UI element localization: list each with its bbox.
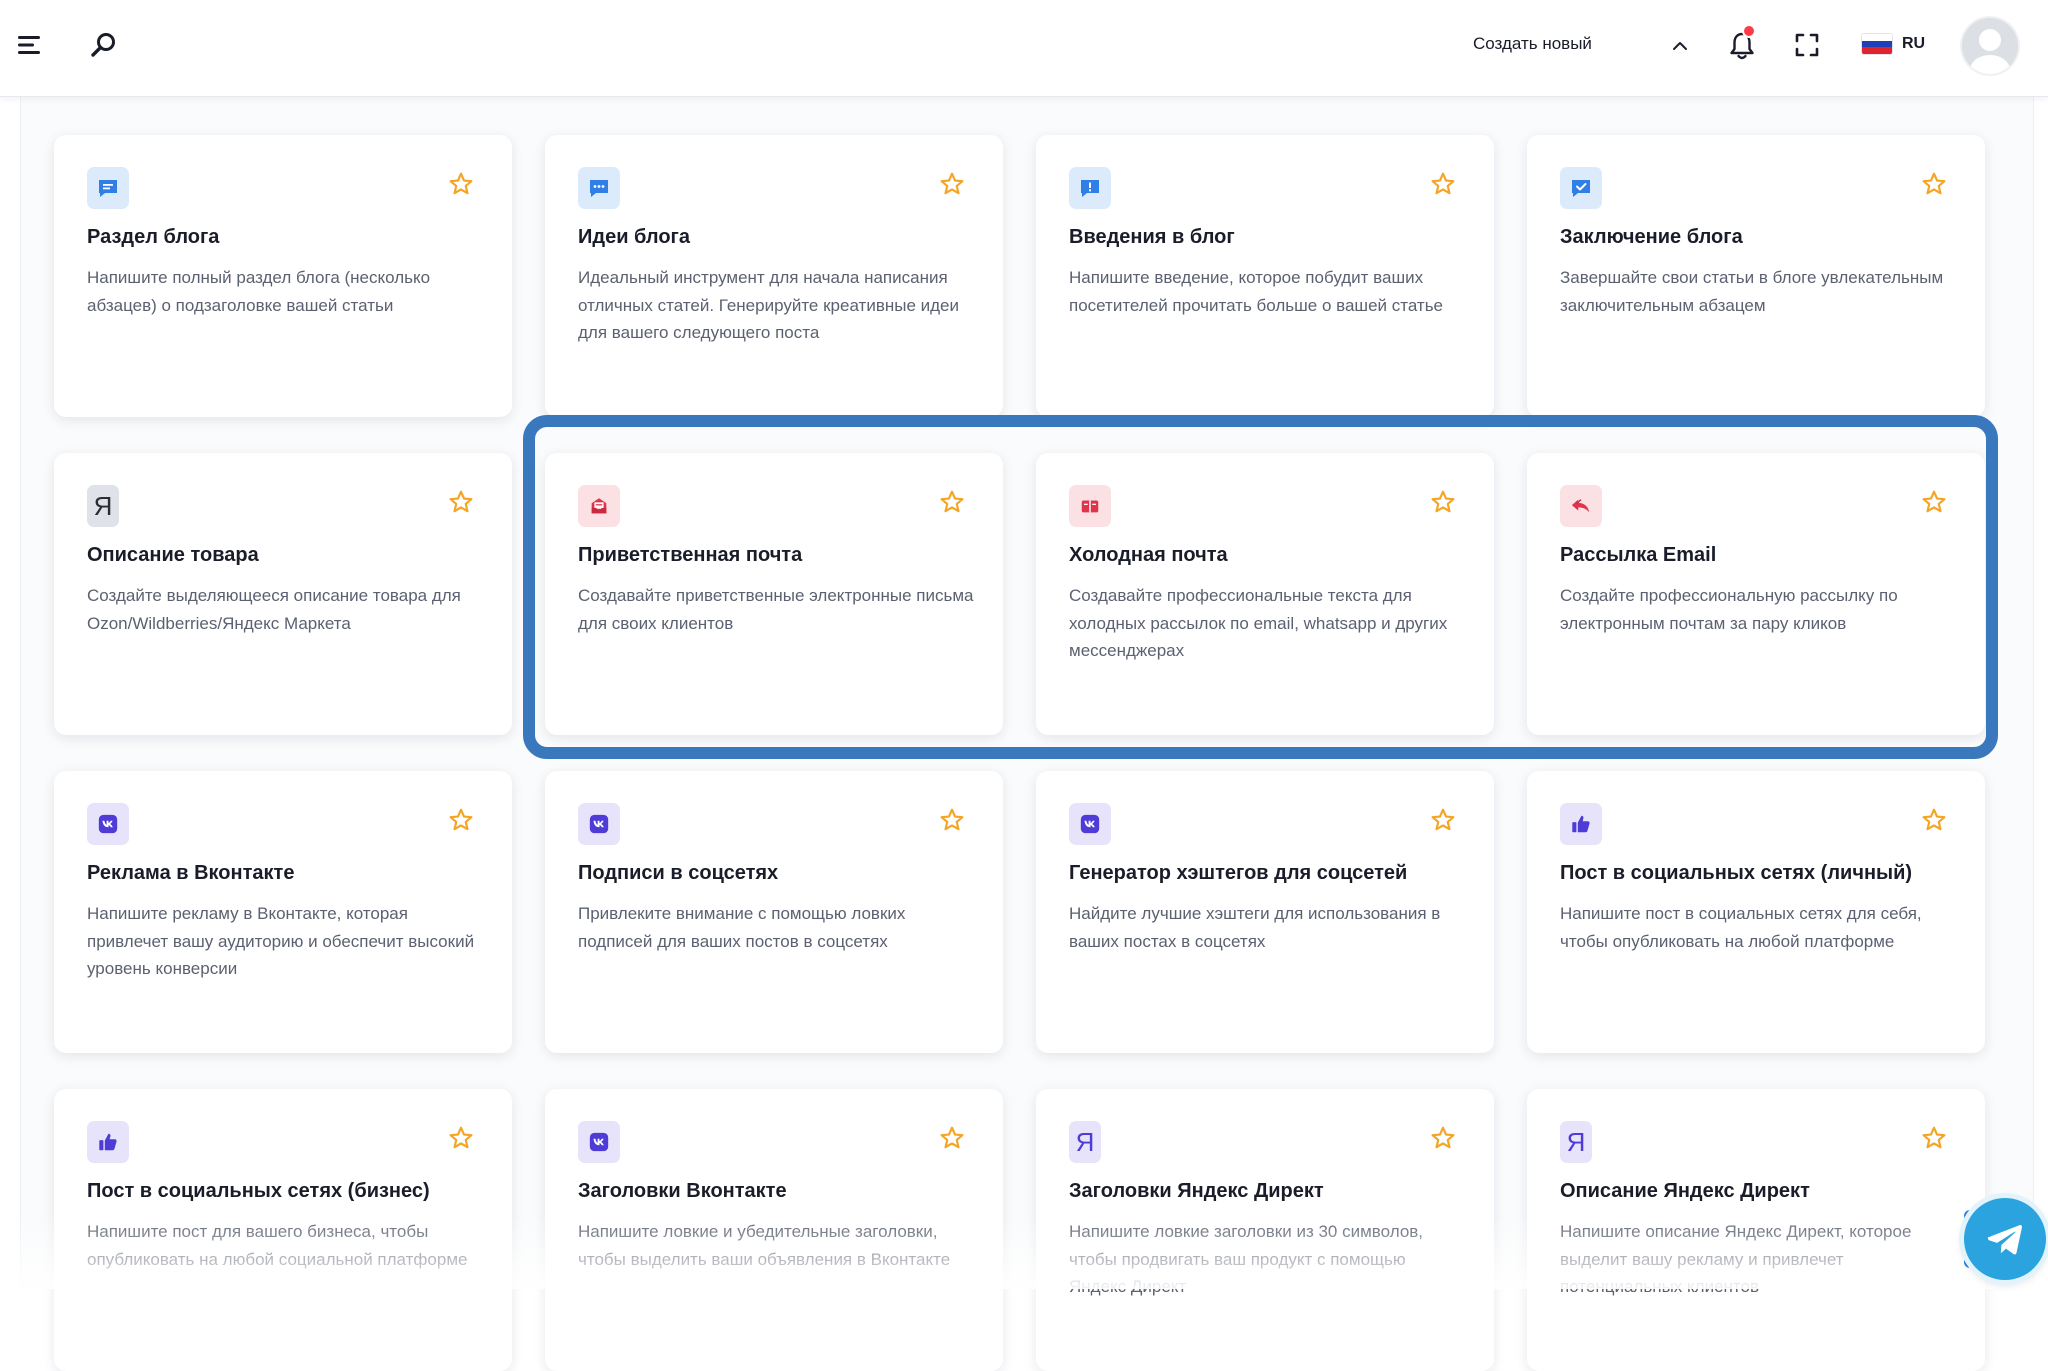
card-description: Привлеките внимание с помощью ловких под…: [578, 904, 906, 951]
template-card[interactable]: Заголовки Вконтакте Напишите ловкие и уб…: [545, 1089, 1003, 1371]
star-icon[interactable]: [1430, 171, 1456, 197]
card-title: Описание Яндекс Директ: [1560, 1180, 1810, 1202]
star-icon[interactable]: [1921, 489, 1947, 515]
card-description: Напишите полный раздел блога (несколько …: [87, 268, 431, 315]
template-card[interactable]: Приветственная почта Создавайте приветст…: [545, 453, 1003, 735]
template-card[interactable]: Подписи в соцсетях Привлеките внимание с…: [545, 771, 1003, 1053]
star-icon[interactable]: [1430, 489, 1456, 515]
card-title: Заголовки Яндекс Директ: [1069, 1180, 1324, 1202]
star-icon[interactable]: [1921, 1125, 1947, 1151]
search-icon[interactable]: [86, 28, 120, 62]
card-description: Создавайте приветственные электронные пи…: [578, 586, 974, 633]
card-description: Создайте профессиональную рассылку по эл…: [1560, 586, 1898, 633]
mail-open-icon: [1069, 485, 1111, 527]
template-card[interactable]: Пост в социальных сетях (личный) Напишит…: [1527, 771, 1985, 1053]
template-card[interactable]: Раздел блога Напишите полный раздел блог…: [54, 135, 512, 417]
create-new-label[interactable]: Создать новый: [1473, 34, 1592, 54]
vk-icon: [1069, 803, 1111, 845]
star-icon[interactable]: [448, 807, 474, 833]
reply-all-icon: [1560, 485, 1602, 527]
card-title: Рассылка Email: [1560, 544, 1717, 566]
chat-check-icon: [1560, 167, 1602, 209]
card-title: Реклама в Вконтакте: [87, 862, 295, 884]
card-description: Создавайте профессиональные текста для х…: [1069, 586, 1448, 660]
card-description: Напишите пост в социальных сетях для себ…: [1560, 904, 1922, 951]
template-card[interactable]: Введения в блог Напишите введение, котор…: [1036, 135, 1494, 417]
card-title: Раздел блога: [87, 226, 220, 248]
card-description: Напишите введение, которое побудит ваших…: [1069, 268, 1444, 315]
card-title: Генератор хэштегов для соцсетей: [1069, 862, 1408, 884]
card-title: Подписи в соцсетях: [578, 862, 779, 884]
top-bar: Создать новый RU: [0, 0, 2048, 97]
template-card[interactable]: Рассылка Email Создайте профессиональную…: [1527, 453, 1985, 735]
star-icon[interactable]: [939, 807, 965, 833]
thumbs-up-icon: [87, 1121, 129, 1163]
card-title: Приветственная почта: [578, 544, 803, 566]
star-icon[interactable]: [1430, 1125, 1456, 1151]
language-selector[interactable]: RU: [1862, 34, 1925, 54]
template-card[interactable]: Заключение блога Завершайте свои статьи …: [1527, 135, 1985, 417]
star-icon[interactable]: [1921, 807, 1947, 833]
template-card[interactable]: Я Описание товара Создайте выделяющееся …: [54, 453, 512, 735]
card-title: Идеи блога: [578, 226, 691, 248]
card-description: Напишите пост для вашего бизнеса, чтобы …: [87, 1222, 468, 1269]
avatar[interactable]: [1962, 18, 2018, 74]
card-description: Найдите лучшие хэштеги для использования…: [1069, 904, 1441, 951]
vk-icon: [578, 803, 620, 845]
yandex-letter: Я: [1075, 1126, 1095, 1157]
vk-icon: [578, 1121, 620, 1163]
template-card[interactable]: Реклама в Вконтакте Напишите рекламу в В…: [54, 771, 512, 1053]
telegram-icon[interactable]: [1964, 1198, 2046, 1280]
card-description: Напишите ловкие заголовки из 30 символов…: [1069, 1222, 1424, 1296]
language-code: RU: [1902, 35, 1926, 52]
yandex-icon: Я: [87, 485, 119, 527]
card-description: Напишите рекламу в Вконтакте, которая пр…: [87, 904, 475, 978]
star-icon[interactable]: [448, 1125, 474, 1151]
card-description: Идеальный инструмент для начала написани…: [578, 268, 960, 342]
yandex-letter: Я: [1566, 1126, 1586, 1157]
template-card[interactable]: Холодная почта Создавайте профессиональн…: [1036, 453, 1494, 735]
mail-inbox-icon: [578, 485, 620, 527]
card-title: Пост в социальных сетях (личный): [1560, 862, 1913, 884]
star-icon[interactable]: [939, 489, 965, 515]
card-description: Напишите ловкие и убедительные заголовки…: [578, 1222, 951, 1269]
star-icon[interactable]: [448, 171, 474, 197]
card-title: Описание товара: [87, 544, 259, 566]
yandex-icon: Я: [1069, 1121, 1101, 1163]
card-title: Пост в социальных сетях (бизнес): [87, 1180, 430, 1202]
card-title: Заключение блога: [1560, 226, 1743, 248]
menu-icon[interactable]: [16, 30, 46, 60]
card-title: Заголовки Вконтакте: [578, 1180, 787, 1202]
star-icon[interactable]: [448, 489, 474, 515]
chevron-up-icon[interactable]: [1666, 32, 1694, 60]
card-description: Создайте выделяющееся описание товара дл…: [87, 586, 461, 633]
thumbs-up-icon: [1560, 803, 1602, 845]
star-icon[interactable]: [1430, 807, 1456, 833]
star-icon[interactable]: [939, 1125, 965, 1151]
template-card[interactable]: Я Заголовки Яндекс Директ Напишите ловки…: [1036, 1089, 1494, 1371]
template-card[interactable]: Генератор хэштегов для соцсетей Найдите …: [1036, 771, 1494, 1053]
templates-grid: Раздел блога Напишите полный раздел блог…: [54, 135, 1985, 1371]
card-description: Напишите описание Яндекс Директ, которое…: [1560, 1222, 1912, 1296]
chat-icon: [87, 167, 129, 209]
fullscreen-icon[interactable]: [1790, 28, 1824, 62]
yandex-icon: Я: [1560, 1121, 1592, 1163]
yandex-letter: Я: [93, 490, 113, 521]
template-card[interactable]: Пост в социальных сетях (бизнес) Напишит…: [54, 1089, 512, 1371]
star-icon[interactable]: [939, 171, 965, 197]
card-title: Холодная почта: [1069, 544, 1228, 566]
russia-flag-icon: [1862, 34, 1892, 54]
template-card[interactable]: Я Описание Яндекс Директ Напишите описан…: [1527, 1089, 1985, 1371]
chat-alert-icon: [1069, 167, 1111, 209]
star-icon[interactable]: [1921, 171, 1947, 197]
vk-icon: [87, 803, 129, 845]
card-title: Введения в блог: [1069, 226, 1235, 248]
card-description: Завершайте свои статьи в блоге увлекател…: [1560, 268, 1944, 315]
notification-dot: [1742, 24, 1756, 38]
template-card[interactable]: Идеи блога Идеальный инструмент для нача…: [545, 135, 1003, 417]
chat-dots-icon: [578, 167, 620, 209]
